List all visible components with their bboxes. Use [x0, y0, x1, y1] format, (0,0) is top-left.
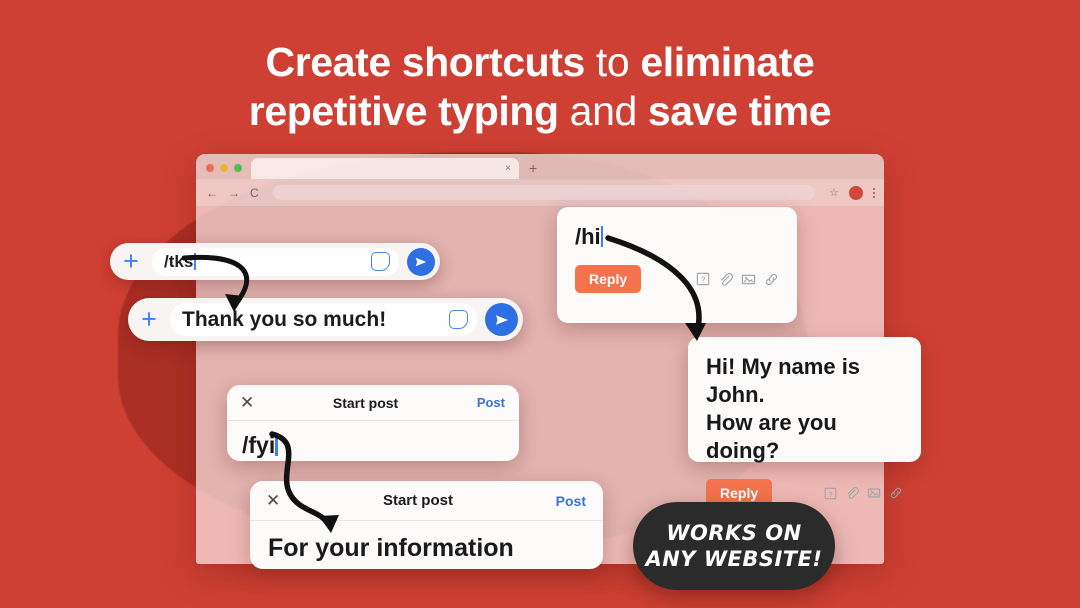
promo-graphic: Create shortcuts to eliminate repetitive…: [0, 0, 1080, 608]
close-window-icon[interactable]: [206, 164, 214, 172]
browser-tab-strip: × +: [196, 154, 884, 179]
link-icon[interactable]: [764, 272, 779, 287]
reply-card-shortcut: /hi Reply ?: [557, 207, 797, 323]
sticker-icon-2[interactable]: [449, 310, 468, 329]
address-bar[interactable]: [272, 185, 816, 200]
reload-icon[interactable]: C: [250, 187, 259, 199]
chat-text-value-expanded: Thank you so much!: [182, 307, 387, 331]
badge-line-1: Works on: [666, 521, 802, 545]
send-button-expanded[interactable]: [485, 303, 518, 336]
post-button-2[interactable]: Post: [556, 493, 586, 509]
start-post-text-1: /fyi: [242, 432, 278, 458]
start-post-header-2: ✕ Start post Post: [250, 481, 603, 521]
add-attachment-icon-2[interactable]: +: [128, 306, 170, 333]
headline-plain-2: and: [558, 88, 648, 134]
chat-input-bar-expanded[interactable]: + Thank you so much!: [128, 298, 523, 341]
browser-toolbar: ← → C ☆: [196, 179, 884, 206]
paperclip-icon-2[interactable]: [845, 486, 859, 500]
reply-card-text-shortcut: /hi: [575, 223, 779, 251]
reply-card-actions-1: Reply ?: [575, 265, 779, 293]
reply-card-line-2: How are you doing?: [706, 410, 837, 463]
headline-bold-3: repetitive typing: [248, 88, 559, 134]
start-post-header-1: ✕ Start post Post: [227, 385, 519, 421]
headline-bold-2: eliminate: [640, 39, 815, 85]
link-icon-2[interactable]: [889, 486, 903, 500]
post-button-1[interactable]: Post: [477, 395, 505, 410]
new-tab-icon[interactable]: +: [529, 160, 537, 179]
start-post-body-2[interactable]: For your information: [250, 521, 603, 569]
start-post-title-1: Start post: [332, 394, 399, 411]
sticker-icon[interactable]: [371, 252, 390, 271]
back-icon[interactable]: ←: [206, 187, 218, 199]
svg-text:?: ?: [828, 489, 832, 498]
headline-line-1: Create shortcuts to eliminate: [0, 38, 1080, 87]
start-post-card-shortcut: ✕ Start post Post /fyi: [227, 385, 519, 461]
headline-line-2: repetitive typing and save time: [0, 87, 1080, 136]
reply-card-expanded: Hi! My name is John. How are you doing? …: [688, 337, 921, 507]
text-cursor: [194, 252, 197, 270]
chat-text-value-shortcut: /tks: [164, 252, 197, 272]
bookmark-star-icon[interactable]: ☆: [829, 186, 839, 199]
start-post-body-1[interactable]: /fyi: [227, 421, 519, 461]
headline-bold-1: Create shortcuts: [265, 39, 586, 85]
maximize-window-icon[interactable]: [234, 164, 242, 172]
page-title: Create shortcuts to eliminate repetitive…: [0, 38, 1080, 136]
start-post-title-2: Start post: [382, 492, 453, 509]
reply-card-line-1: Hi! My name is John.: [706, 354, 861, 407]
send-button-shortcut[interactable]: [407, 247, 435, 276]
minimize-window-icon[interactable]: [220, 164, 228, 172]
headline-plain-1: to: [584, 39, 641, 85]
paperclip-icon[interactable]: [718, 272, 733, 287]
close-icon[interactable]: ✕: [240, 394, 254, 411]
chat-input-bar-shortcut[interactable]: + /tks: [110, 243, 440, 280]
reply-card-icon-row-2: ?: [824, 486, 903, 500]
tab-close-icon[interactable]: ×: [505, 163, 511, 174]
chat-text-field-expanded[interactable]: Thank you so much!: [170, 303, 477, 336]
browser-menu-icon[interactable]: [873, 187, 875, 199]
browser-tab[interactable]: ×: [251, 158, 519, 179]
help-box-icon[interactable]: ?: [696, 272, 710, 286]
window-controls[interactable]: [196, 164, 251, 179]
add-attachment-icon[interactable]: +: [110, 248, 152, 275]
reply-card-icon-row-1: ?: [696, 272, 779, 287]
text-cursor-3: [275, 437, 278, 456]
forward-icon[interactable]: →: [228, 187, 240, 199]
text-cursor-2: [600, 226, 604, 247]
badge-line-2: any website!: [645, 547, 823, 571]
image-icon-2[interactable]: [867, 486, 881, 500]
start-post-card-expanded: ✕ Start post Post For your information: [250, 481, 603, 569]
svg-text:?: ?: [701, 276, 706, 285]
profile-avatar[interactable]: [849, 185, 863, 200]
start-post-text-2: For your information: [268, 534, 514, 562]
reply-button-1[interactable]: Reply: [575, 265, 642, 293]
image-icon[interactable]: [741, 272, 756, 287]
works-on-any-website-badge: Works on any website!: [633, 502, 835, 590]
chat-text-field-shortcut[interactable]: /tks: [152, 247, 399, 276]
close-icon-2[interactable]: ✕: [266, 492, 280, 509]
reply-card-text-expanded: Hi! My name is John. How are you doing?: [706, 353, 903, 465]
headline-bold-4: save time: [647, 88, 832, 134]
help-box-icon-2[interactable]: ?: [824, 487, 837, 500]
